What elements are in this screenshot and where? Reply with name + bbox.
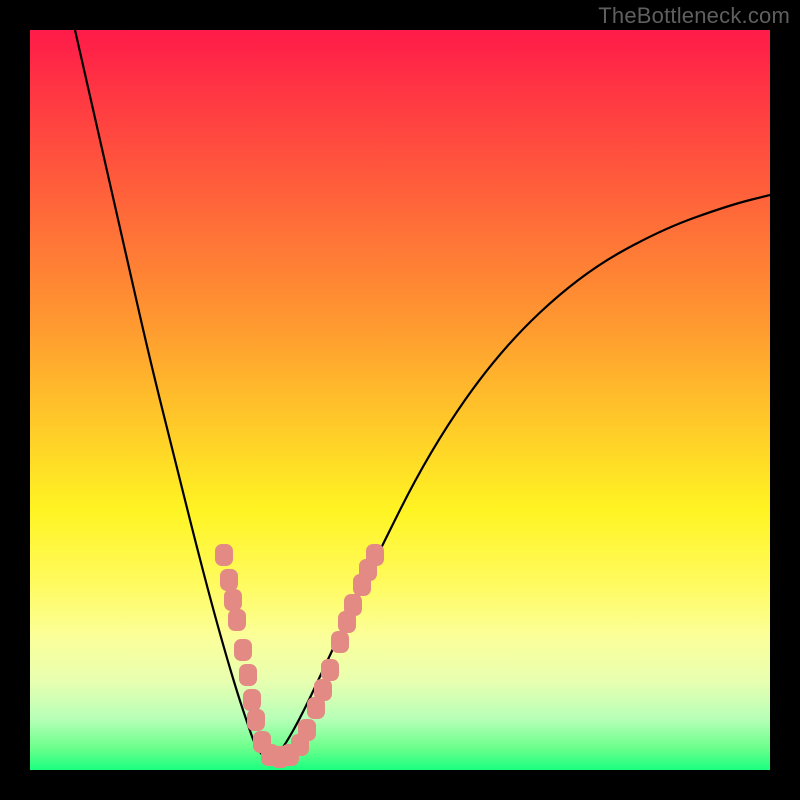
curve-marker xyxy=(247,709,265,731)
curve-marker xyxy=(224,589,242,611)
curve-marker xyxy=(314,679,332,701)
curve-marker xyxy=(228,609,246,631)
curve-marker xyxy=(234,639,252,661)
curve-marker xyxy=(220,569,238,591)
curve-marker xyxy=(243,689,261,711)
curve-marker xyxy=(344,594,362,616)
curve-marker xyxy=(215,544,233,566)
curve-marker xyxy=(298,719,316,741)
curve-markers xyxy=(30,30,770,770)
curve-marker xyxy=(239,664,257,686)
curve-marker xyxy=(331,631,349,653)
curve-marker xyxy=(366,544,384,566)
attribution-text: TheBottleneck.com xyxy=(598,3,790,29)
curve-marker xyxy=(321,659,339,681)
